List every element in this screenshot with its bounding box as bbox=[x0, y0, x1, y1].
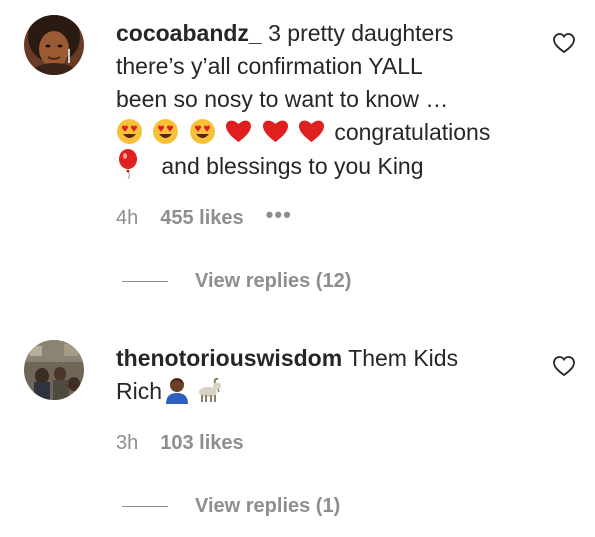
man-dark-skin-emoji-icon bbox=[166, 378, 189, 404]
comment-text-line: Rich bbox=[116, 378, 163, 404]
view-replies-label: View replies (1) bbox=[195, 495, 341, 517]
avatar-image-icon bbox=[24, 340, 84, 400]
avatar[interactable] bbox=[24, 15, 84, 75]
comment-meta: 4h 455 likes ••• bbox=[116, 203, 292, 230]
goat-emoji-icon bbox=[199, 377, 222, 402]
replies-divider bbox=[122, 281, 168, 282]
balloon-emoji-icon bbox=[119, 149, 137, 179]
red-heart-emoji-icon bbox=[262, 120, 288, 142]
likes-count[interactable]: 455 likes bbox=[160, 207, 243, 230]
like-heart-icon[interactable] bbox=[552, 31, 576, 55]
view-replies-label: View replies (12) bbox=[195, 270, 352, 292]
username[interactable]: thenotoriouswisdom bbox=[116, 345, 342, 371]
comment-text-line: and blessings to you King bbox=[161, 153, 424, 179]
comment-text-line: been so nosy to want to know … bbox=[116, 86, 449, 112]
username[interactable]: cocoabandz_ bbox=[116, 20, 262, 46]
red-heart-emoji-icon bbox=[298, 120, 324, 142]
heart-eyes-emoji-icon bbox=[153, 119, 179, 144]
avatar[interactable] bbox=[24, 340, 84, 400]
view-replies-button[interactable]: View replies (12) bbox=[122, 270, 351, 293]
heart-eyes-emoji-icon bbox=[117, 119, 142, 144]
heart-eyes-emoji-icon bbox=[189, 119, 215, 144]
comment-text: cocoabandz_ 3 pretty daughters there’s y… bbox=[116, 17, 536, 183]
comment-text-line: congratulations bbox=[334, 119, 491, 145]
view-replies-button[interactable]: View replies (1) bbox=[122, 495, 340, 518]
more-options-button[interactable]: ••• bbox=[266, 203, 292, 225]
comment-time: 4h bbox=[116, 207, 139, 229]
comment-text-line: there’s y’all confirmation YALL bbox=[116, 53, 423, 79]
comment-time: 3h bbox=[116, 432, 139, 454]
comment-text: thenotoriouswisdom Them Kids Rich bbox=[116, 342, 536, 408]
avatar-image-icon bbox=[24, 15, 84, 75]
like-heart-icon[interactable] bbox=[552, 354, 576, 378]
comment-text-line: 3 pretty daughters bbox=[268, 20, 454, 46]
comment-meta: 3h 103 likes bbox=[116, 432, 266, 455]
replies-divider bbox=[122, 506, 168, 507]
red-heart-emoji-icon bbox=[226, 120, 252, 142]
comment-text-line: Them Kids bbox=[348, 345, 459, 371]
likes-count[interactable]: 103 likes bbox=[160, 432, 243, 455]
